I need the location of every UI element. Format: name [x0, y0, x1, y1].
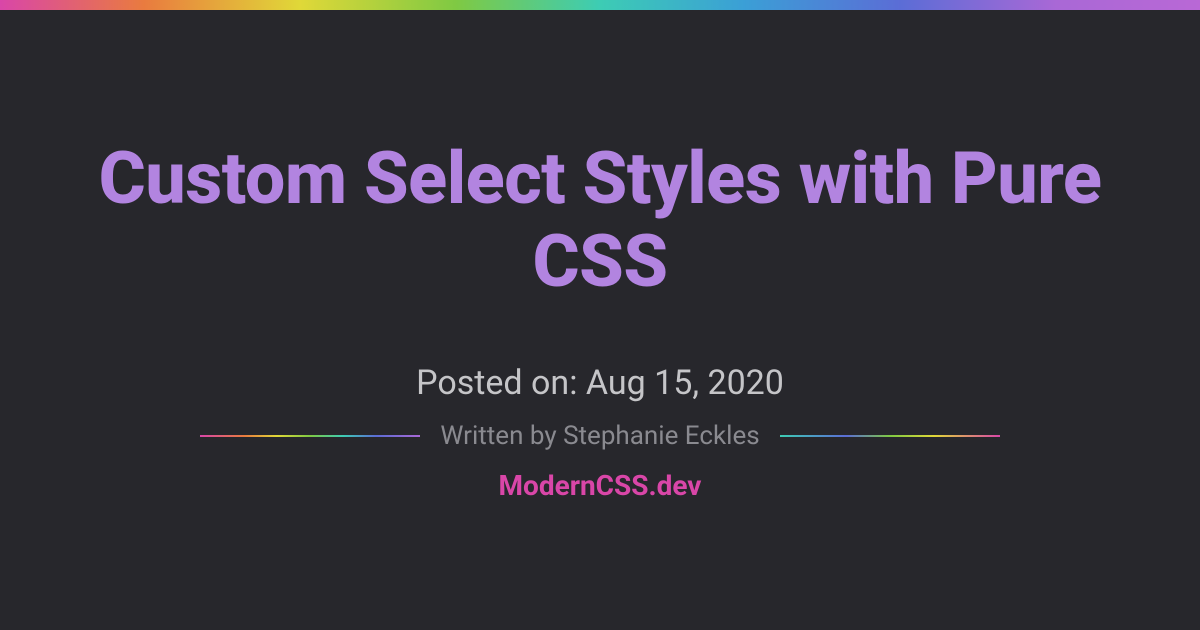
- divider-right: [780, 435, 1000, 437]
- divider-left: [200, 435, 420, 437]
- author-row: Written by Stephanie Eckles: [200, 421, 999, 451]
- article-title: Custom Select Styles with Pure CSS: [60, 138, 1140, 304]
- rainbow-top-bar: [0, 0, 1200, 10]
- card-content: Custom Select Styles with Pure CSS Poste…: [0, 10, 1200, 630]
- posted-date: Posted on: Aug 15, 2020: [416, 363, 784, 403]
- author-byline: Written by Stephanie Eckles: [440, 421, 759, 451]
- site-name: ModernCSS.dev: [499, 469, 702, 502]
